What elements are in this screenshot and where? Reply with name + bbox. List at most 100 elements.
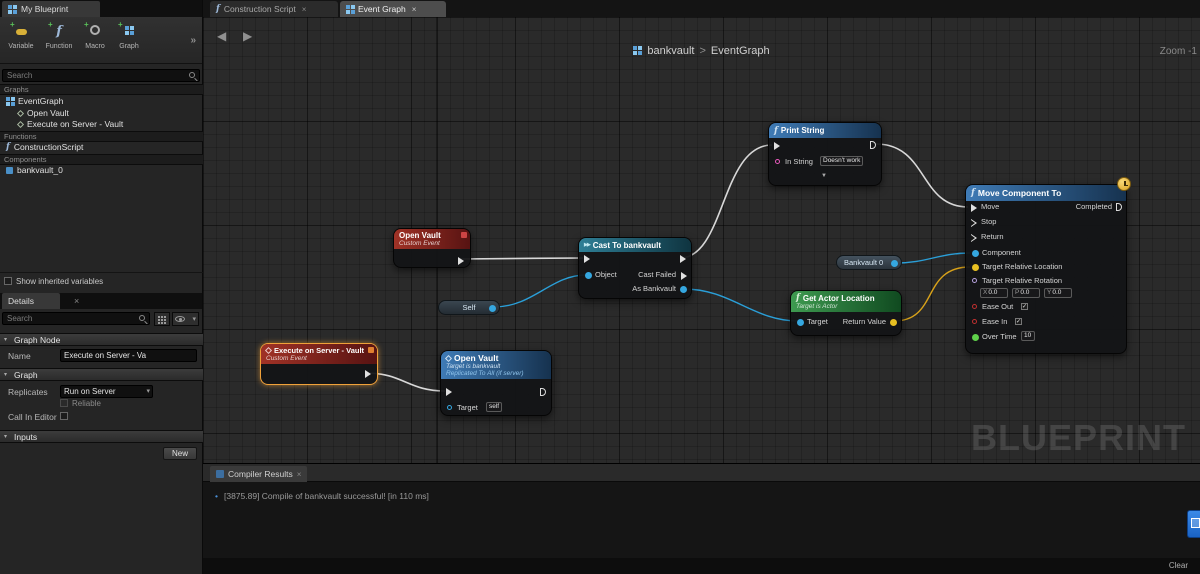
compiler-message-row[interactable]: • [3875.89] Compile of bankvault successf… bbox=[215, 491, 429, 501]
graph-section-header[interactable]: Graph bbox=[0, 368, 203, 381]
target-relative-rotation-pin[interactable] bbox=[972, 278, 977, 283]
eventgraph-icon bbox=[346, 5, 354, 13]
visibility-filter-button[interactable]: ▾ bbox=[172, 312, 199, 326]
exec-out-pin[interactable] bbox=[365, 370, 371, 378]
cast-icon: ▶▶ bbox=[584, 242, 591, 248]
tab-construction-script[interactable]: f Construction Script × bbox=[210, 1, 338, 17]
graphs-section-header[interactable]: Graphs bbox=[0, 84, 203, 95]
ease-in-pin[interactable] bbox=[972, 319, 977, 324]
add-function-label: Function bbox=[45, 43, 73, 50]
sidebar-item-execute-on-server[interactable]: Execute on Server - Vault bbox=[16, 119, 123, 129]
node-print-string[interactable]: f Print String In String Doesn't work ▼ bbox=[768, 122, 882, 186]
target-value-field[interactable]: self bbox=[486, 402, 503, 412]
close-icon[interactable]: × bbox=[412, 5, 417, 14]
exec-out-pin[interactable] bbox=[540, 388, 546, 396]
as-bankvault-pin[interactable] bbox=[680, 286, 687, 293]
sidebar-item-open-vault[interactable]: Open Vault bbox=[16, 108, 69, 118]
exec-in-pin[interactable] bbox=[446, 388, 452, 396]
ease-in-checkbox[interactable]: ✓ bbox=[1015, 318, 1022, 325]
node-cast-to-bankvault[interactable]: ▶▶ Cast To bankvault Object Cast Failed A… bbox=[578, 237, 692, 299]
node-header: Open Vault Custom Event bbox=[394, 229, 470, 249]
bullet-icon: • bbox=[215, 491, 218, 501]
completed-exec-out-pin[interactable] bbox=[1116, 203, 1122, 211]
node-execute-on-server[interactable]: Execute on Server - Vault Custom Event bbox=[260, 343, 378, 385]
rotation-p-field[interactable]: P0.0 bbox=[1012, 288, 1040, 298]
new-input-button[interactable]: New bbox=[163, 447, 197, 460]
components-section-header[interactable]: Components bbox=[0, 154, 203, 165]
sidebar-item-bankvault-0[interactable]: bankvault_0 bbox=[6, 165, 63, 175]
over-time-pin[interactable] bbox=[972, 334, 979, 341]
stop-exec-in-pin[interactable] bbox=[971, 219, 977, 227]
reliable-checkbox[interactable] bbox=[60, 399, 68, 407]
node-self-variable[interactable]: Self bbox=[438, 300, 500, 315]
exec-out-pin[interactable] bbox=[458, 257, 464, 265]
node-bankvault-variable[interactable]: Bankvault 0 bbox=[836, 255, 902, 270]
inputs-section-header[interactable]: Inputs bbox=[0, 430, 203, 443]
in-string-pin[interactable] bbox=[775, 159, 780, 164]
target-pin[interactable] bbox=[797, 319, 804, 326]
forward-arrow-button[interactable]: ▶ bbox=[243, 29, 252, 43]
node-header: ▶▶ Cast To bankvault bbox=[579, 238, 691, 252]
node-open-vault-call[interactable]: Open Vault Target is bankvault Replicate… bbox=[440, 350, 552, 416]
target-relative-location-pin[interactable] bbox=[972, 264, 979, 271]
wire-self-object bbox=[493, 274, 587, 308]
tab-event-graph[interactable]: Event Graph × bbox=[340, 1, 446, 17]
target-pin[interactable] bbox=[447, 405, 452, 410]
move-exec-in-pin[interactable] bbox=[971, 204, 977, 212]
expand-chevrons-icon[interactable]: » bbox=[190, 35, 196, 46]
return-exec-in-pin[interactable] bbox=[971, 234, 977, 242]
edge-notification-icon[interactable] bbox=[1187, 510, 1200, 538]
over-time-field[interactable]: 10 bbox=[1021, 331, 1035, 341]
close-icon[interactable]: × bbox=[302, 5, 307, 14]
breadcrumb-current[interactable]: EventGraph bbox=[711, 45, 770, 57]
clear-button[interactable]: Clear bbox=[1169, 561, 1188, 570]
node-open-vault-event[interactable]: Open Vault Custom Event bbox=[393, 228, 471, 268]
y-value: 0.0 bbox=[1052, 289, 1062, 296]
rotation-x-field[interactable]: X0.0 bbox=[980, 288, 1008, 298]
my-blueprint-search-input[interactable]: Search bbox=[2, 69, 200, 82]
object-pin[interactable] bbox=[585, 272, 592, 279]
return-value-pin[interactable] bbox=[890, 319, 897, 326]
in-string-field[interactable]: Doesn't work bbox=[820, 156, 864, 166]
graph-node-section-header[interactable]: Graph Node bbox=[0, 333, 203, 346]
breadcrumb: bankvault > EventGraph bbox=[203, 45, 1200, 57]
variable-out-pin[interactable] bbox=[489, 305, 496, 312]
close-icon[interactable]: × bbox=[297, 470, 302, 479]
tab-details[interactable]: Details bbox=[2, 293, 60, 309]
add-graph-button[interactable]: + Graph bbox=[110, 20, 148, 61]
graph-viewport[interactable]: ◀ ▶ bankvault > EventGraph Zoom -1 BLUEPRI… bbox=[203, 17, 1200, 463]
close-icon[interactable]: × bbox=[74, 296, 79, 306]
sidebar-item-eventgraph[interactable]: EventGraph bbox=[6, 96, 63, 106]
sidebar-item-construction-script[interactable]: f ConstructionScript bbox=[6, 142, 83, 152]
cast-failed-pin[interactable] bbox=[681, 272, 687, 280]
back-arrow-button[interactable]: ◀ bbox=[217, 29, 226, 43]
variable-out-pin[interactable] bbox=[891, 260, 898, 267]
node-get-actor-location[interactable]: f Get Actor Location Target is Actor Targ… bbox=[790, 290, 902, 336]
show-inherited-checkbox[interactable] bbox=[4, 277, 12, 285]
event-badge-icon bbox=[461, 232, 467, 238]
add-macro-button[interactable]: + Macro bbox=[76, 20, 114, 61]
exec-in-pin[interactable] bbox=[774, 142, 780, 150]
tab-compiler-results[interactable]: Compiler Results × bbox=[210, 466, 308, 482]
ease-out-checkbox[interactable]: ✓ bbox=[1021, 303, 1028, 310]
name-field[interactable]: Execute on Server - Va bbox=[60, 349, 197, 362]
add-variable-button[interactable]: + Variable bbox=[2, 20, 40, 61]
replicates-dropdown[interactable]: Run on Server bbox=[60, 385, 153, 398]
functions-section-header[interactable]: Functions bbox=[0, 131, 203, 142]
call-in-editor-checkbox[interactable] bbox=[60, 412, 68, 420]
grid-view-button[interactable] bbox=[154, 312, 170, 326]
exec-out-pin[interactable] bbox=[680, 255, 686, 263]
rotation-y-field[interactable]: Y0.0 bbox=[1044, 288, 1072, 298]
exec-out-pin[interactable] bbox=[870, 141, 876, 149]
tab-my-blueprint[interactable]: My Blueprint bbox=[2, 1, 100, 17]
expand-node-icon[interactable]: ▼ bbox=[821, 173, 827, 179]
main-area: f Construction Script × Event Graph × ◀ … bbox=[203, 0, 1200, 574]
breadcrumb-root[interactable]: bankvault bbox=[647, 45, 694, 57]
ease-out-pin[interactable] bbox=[972, 304, 977, 309]
component-pin[interactable] bbox=[972, 250, 979, 257]
exec-in-pin[interactable] bbox=[584, 255, 590, 263]
details-search-input[interactable]: Search bbox=[2, 312, 150, 325]
add-function-button[interactable]: + f Function bbox=[40, 20, 78, 61]
node-move-component-to[interactable]: f Move Component To Move Completed Stop R… bbox=[965, 177, 1131, 354]
return-pin-label: Return bbox=[981, 232, 1004, 241]
